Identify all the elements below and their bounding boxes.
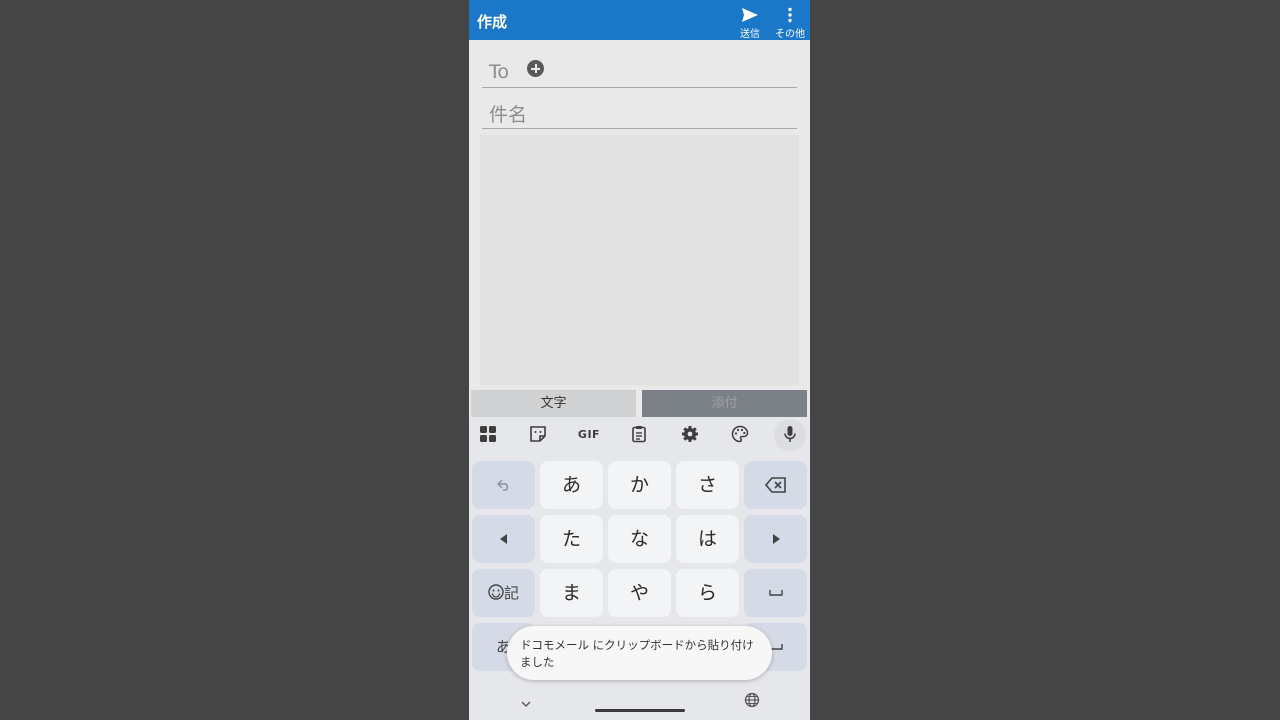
settings-icon[interactable] [676,425,704,445]
send-icon [742,8,758,22]
apps-icon[interactable] [474,425,502,445]
backspace-icon [764,476,786,493]
send-button[interactable]: 送信 [733,4,767,40]
key-ha[interactable]: は [676,515,739,563]
globe-icon [744,692,760,708]
add-recipient-icon[interactable] [527,60,544,77]
emoji-symbol-key[interactable]: 記 [472,569,535,617]
key-ya[interactable]: や [608,569,671,617]
emoji-icon [488,584,504,600]
space-key[interactable] [744,569,807,617]
gif-icon[interactable]: GIF [574,425,604,445]
more-button[interactable]: その他 [773,4,807,40]
tab-attach[interactable]: 添付 [642,390,807,417]
hide-keyboard-button[interactable] [520,693,534,707]
toast-line-1: ドコモメール にクリップボードから貼り付け [520,638,754,652]
clipboard-icon[interactable] [625,425,653,445]
language-button[interactable] [744,692,760,708]
more-vert-icon [788,7,792,23]
toast-message: ドコモメール にクリップボードから貼り付け ました [507,626,772,680]
input-tabs: 文字 添付 [471,390,808,417]
arrow-right-icon [772,533,780,544]
emoji-symbol-label: 記 [503,584,519,602]
page-title: 作成 [477,13,508,31]
body-textarea[interactable] [480,135,799,385]
space-icon [768,589,783,596]
key-a[interactable]: あ [540,461,603,509]
subject-label: 件名 [489,104,528,126]
chevron-down-icon [521,701,531,707]
key-ra[interactable]: ら [676,569,739,617]
cursor-left-key[interactable] [472,515,535,563]
send-label: 送信 [740,29,760,40]
arrow-left-icon [499,533,507,544]
sticker-icon[interactable] [524,425,552,445]
undo-key[interactable] [472,461,535,509]
more-label: その他 [775,29,805,40]
key-sa[interactable]: さ [676,461,739,509]
to-label: To [489,61,510,83]
key-ka[interactable]: か [608,461,671,509]
gesture-nav-handle[interactable] [595,709,685,712]
subject-field[interactable]: 件名 [482,92,797,129]
backspace-key[interactable] [744,461,807,509]
palette-icon[interactable] [726,425,754,445]
key-ta[interactable]: た [540,515,603,563]
mic-icon[interactable] [776,425,804,445]
key-na[interactable]: な [608,515,671,563]
toast-line-2: ました [520,655,555,669]
tab-text[interactable]: 文字 [471,390,636,417]
key-ma[interactable]: ま [540,569,603,617]
app-bar: 作成 送信 その他 [469,0,810,40]
cursor-right-key[interactable] [744,515,807,563]
undo-icon [496,478,508,491]
phone-screen: 作成 送信 その他 To 件名 文字 添付 GIF あ か さ た な は 記 … [469,0,810,720]
